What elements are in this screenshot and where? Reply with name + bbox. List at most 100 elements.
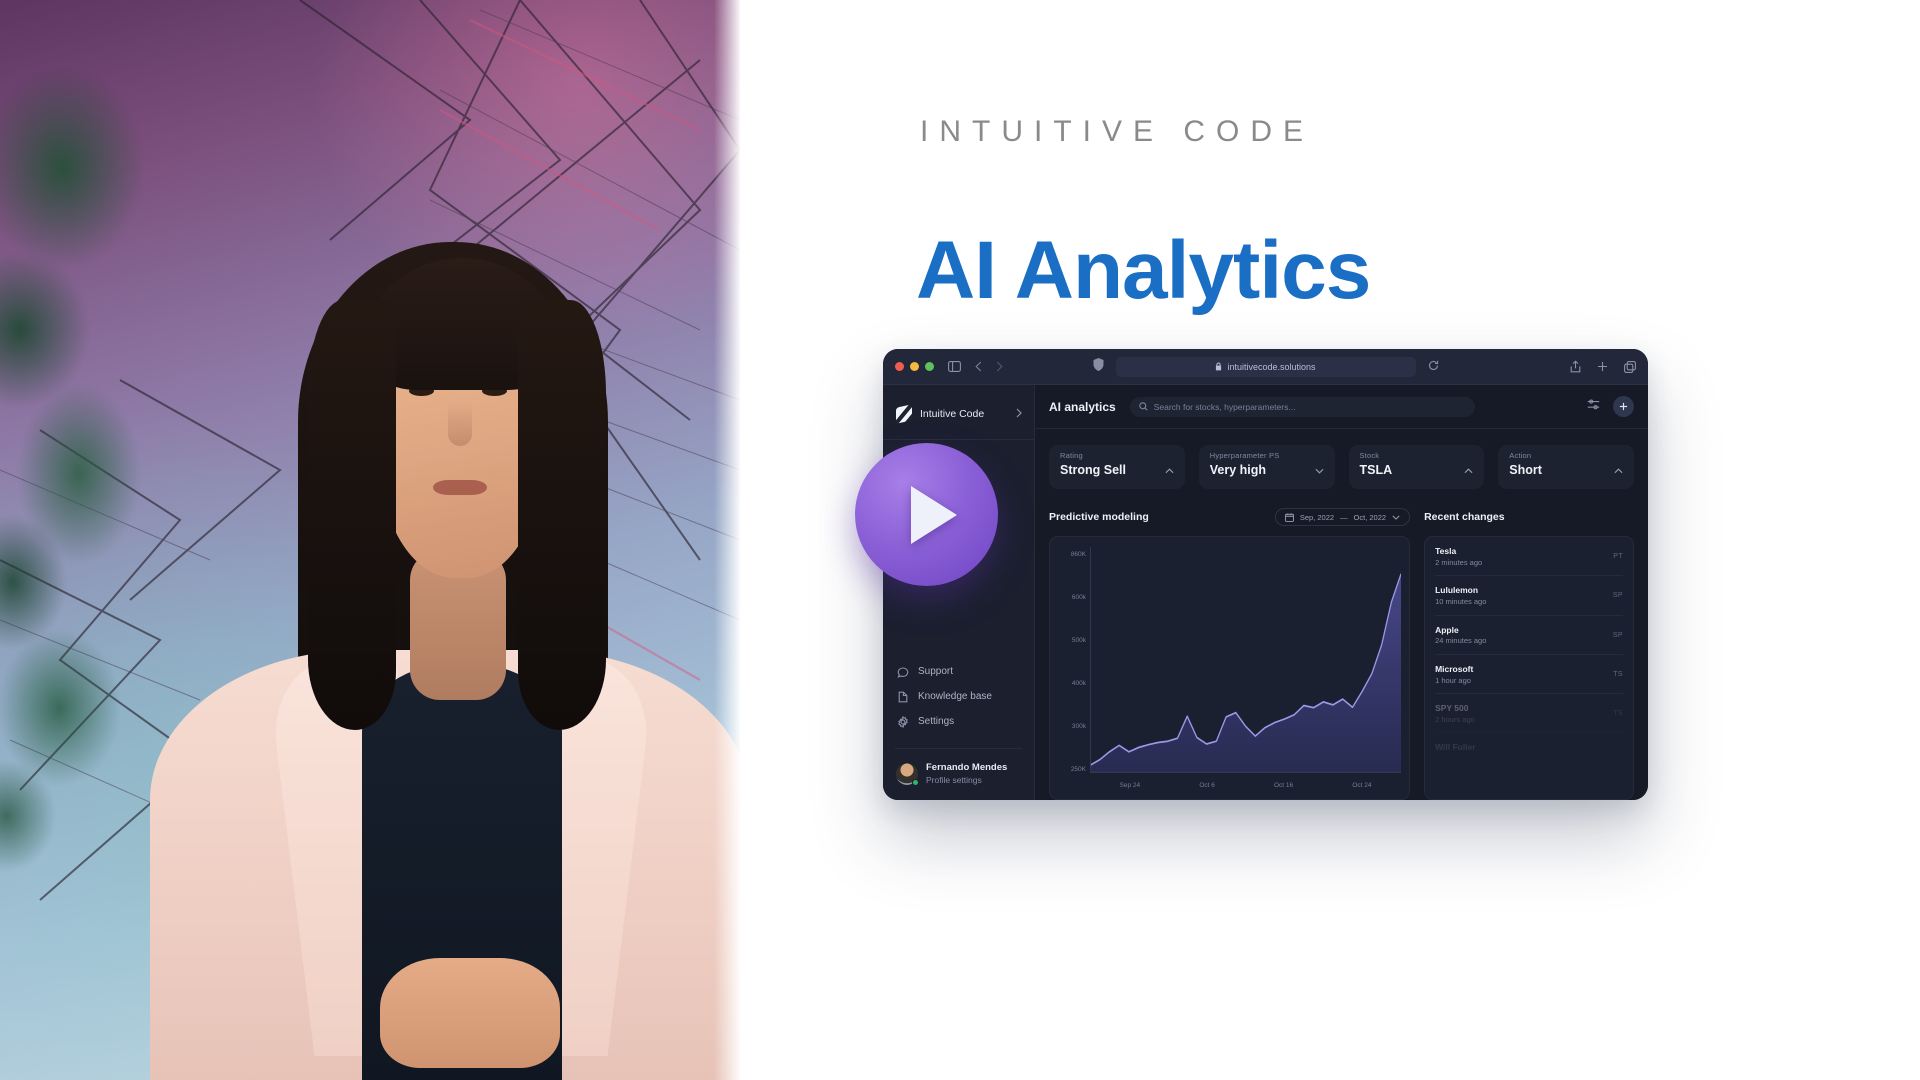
tabs-icon[interactable] — [1624, 360, 1636, 373]
chip-value: Strong Sell — [1060, 463, 1126, 477]
chevron-down-icon[interactable] — [1315, 461, 1324, 479]
address-bar[interactable]: intuitivecode.solutions — [1115, 356, 1416, 377]
add-button[interactable] — [1613, 396, 1634, 417]
recent-changes-list: Tesla 2 minutes ago PT Lululemon 10 minu… — [1425, 537, 1633, 761]
address-bar-group[interactable]: intuitivecode.solutions — [1093, 356, 1439, 377]
list-item[interactable]: Tesla 2 minutes ago PT — [1435, 537, 1623, 577]
sidebar-item-label: Settings — [918, 716, 955, 728]
chip-value: Short — [1509, 463, 1542, 477]
item-name: Apple — [1435, 624, 1459, 635]
brand-row[interactable]: Intuitive Code — [883, 385, 1034, 429]
brand-name: Intuitive Code — [920, 408, 985, 420]
presenter-hands — [380, 958, 560, 1068]
chip-value: Very high — [1209, 463, 1267, 477]
list-item[interactable]: Microsoft 1 hour ago TS — [1435, 655, 1623, 694]
presenter — [130, 150, 740, 1080]
sidebar-item-settings[interactable]: Settings — [897, 715, 1034, 728]
x-tick: Oct 24 — [1352, 781, 1372, 789]
play-icon — [910, 485, 957, 544]
list-item[interactable]: Lululemon 10 minutes ago SP — [1435, 576, 1623, 616]
chevron-up-icon[interactable] — [1464, 461, 1473, 479]
item-name: SPY 500 — [1435, 703, 1469, 713]
zoom-button[interactable] — [925, 362, 934, 371]
search-input[interactable]: Search for stocks, hyperparameters... — [1129, 396, 1475, 417]
chat-icon — [897, 667, 909, 678]
reload-icon[interactable] — [1428, 358, 1439, 376]
sidebar-toggle-icon[interactable] — [948, 361, 961, 372]
item-name: Tesla — [1435, 546, 1457, 556]
chart-card: 860K 600k 500k 400k 300k 250K Sep 24 Oct… — [1049, 536, 1411, 800]
list-item[interactable]: Will Fuller — [1435, 733, 1623, 761]
sidebar-item-knowledge-base[interactable]: Knowledge base — [897, 691, 1034, 703]
chevron-up-icon[interactable] — [1165, 461, 1174, 479]
y-tick: 500k — [1071, 637, 1086, 644]
document-icon — [898, 691, 908, 703]
close-button[interactable] — [895, 362, 904, 371]
panel-edge-fade — [714, 0, 740, 1080]
profile-name: Fernando Mendes — [926, 761, 1008, 773]
presenter-hair-left — [308, 300, 396, 730]
x-tick: Oct 16 — [1274, 781, 1294, 789]
chevron-right-icon[interactable] — [1016, 405, 1022, 423]
topbar-actions — [1587, 396, 1634, 417]
date-separator: — — [1340, 512, 1348, 522]
chevron-up-icon[interactable] — [1614, 461, 1623, 479]
sidebar-item-label: Support — [918, 666, 954, 678]
x-tick: Sep 24 — [1119, 781, 1141, 789]
item-tag: PT — [1613, 553, 1623, 561]
back-icon — [975, 361, 982, 372]
item-time: 2 hours ago — [1435, 714, 1475, 724]
app-topbar: AI analytics Search for stocks, hyperpar… — [1035, 385, 1648, 429]
list-item[interactable]: Apple 24 minutes ago SP — [1435, 616, 1623, 655]
date-range-selector[interactable]: Sep, 2022 — Oct, 2022 — [1274, 508, 1411, 526]
url-text: intuitivecode.solutions — [1227, 361, 1316, 372]
chart-plot-area: Sep 24 Oct 6 Oct 16 Oct 24 — [1086, 547, 1402, 793]
chevron-down-icon[interactable] — [1392, 515, 1400, 520]
share-icon[interactable] — [1570, 360, 1581, 373]
filter-chips: Rating Strong Sell Hyperparameter PS Ver… — [1035, 429, 1648, 489]
chip-value: TSLA — [1359, 463, 1393, 477]
filter-chip-rating[interactable]: Rating Strong Sell — [1049, 445, 1185, 489]
item-time: 1 hour ago — [1435, 675, 1471, 685]
recent-changes-title: Recent changes — [1424, 511, 1505, 523]
forward-icon — [996, 361, 1003, 372]
chip-label: Stock — [1359, 451, 1380, 460]
y-tick: 300k — [1071, 723, 1086, 730]
chart-x-axis: Sep 24 Oct 6 Oct 16 Oct 24 — [1090, 777, 1401, 793]
area-chart — [1090, 547, 1402, 773]
item-time: 10 minutes ago — [1435, 597, 1487, 606]
y-tick: 250K — [1070, 766, 1086, 773]
item-tag: SP — [1612, 631, 1623, 639]
gear-icon — [898, 715, 908, 728]
filter-chip-stock[interactable]: Stock TSLA — [1348, 445, 1485, 489]
item-name: Will Fuller — [1435, 742, 1476, 753]
item-time: 2 minutes ago — [1435, 557, 1483, 567]
chip-label: Action — [1509, 451, 1532, 460]
search-icon — [1138, 402, 1148, 411]
shield-icon — [1093, 357, 1104, 376]
logo-icon — [896, 404, 912, 424]
item-time: 24 minutes ago — [1435, 636, 1487, 646]
sidebar-nav: Support Knowledge base Settings — [883, 666, 1034, 728]
date-from: Sep, 2022 — [1299, 512, 1335, 522]
navigation-arrows[interactable] — [975, 361, 1003, 372]
profile-row[interactable]: Fernando Mendes Profile settings — [883, 749, 1034, 800]
filter-chip-hyperparameter[interactable]: Hyperparameter PS Very high — [1198, 445, 1335, 489]
presenter-video-panel — [0, 0, 740, 1080]
item-name: Microsoft — [1435, 663, 1474, 674]
chrome-right-actions[interactable] — [1570, 360, 1636, 373]
y-tick: 600k — [1071, 594, 1086, 601]
new-tab-icon[interactable] — [1597, 361, 1608, 372]
chip-label: Hyperparameter PS — [1209, 451, 1280, 460]
sidebar-item-support[interactable]: Support — [897, 666, 1034, 678]
list-item[interactable]: SPY 500 2 hours ago TS — [1435, 694, 1623, 734]
window-traffic-lights[interactable] — [895, 362, 934, 371]
item-tag: SP — [1612, 592, 1623, 600]
dashboard-content: Predictive modeling Sep, 2022 — Oct, 202… — [1035, 489, 1648, 800]
play-button[interactable] — [855, 443, 998, 586]
minimize-button[interactable] — [910, 362, 919, 371]
predictive-title: Predictive modeling — [1049, 511, 1149, 523]
sliders-icon[interactable] — [1587, 398, 1600, 416]
filter-chip-action[interactable]: Action Short — [1498, 445, 1634, 489]
chip-label: Rating — [1060, 451, 1083, 460]
